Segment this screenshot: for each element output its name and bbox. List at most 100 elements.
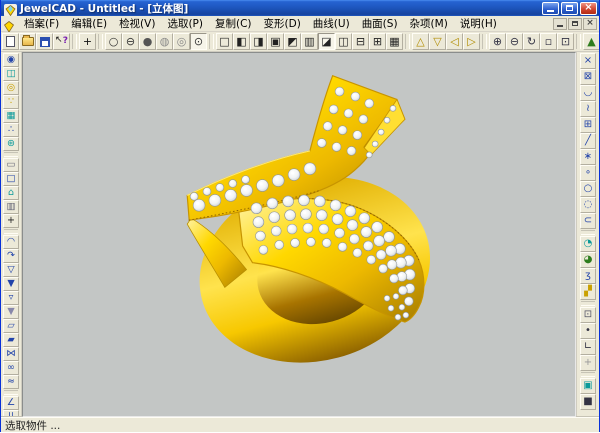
select-magnifier-icon[interactable]: ◉	[3, 53, 19, 67]
plus-disabled-icon[interactable]: +	[580, 355, 596, 371]
layout-grid-icon[interactable]: ▦	[386, 33, 403, 50]
triangle-filled-icon[interactable]: ▼	[3, 277, 19, 291]
view-wireframe-icon[interactable]: □	[216, 33, 233, 50]
arc-open-icon[interactable]: ⊂	[580, 213, 596, 229]
point-matrix-icon[interactable]: ▦	[3, 109, 19, 123]
menu-item-1[interactable]: 档案(F)	[18, 16, 65, 31]
restore-button[interactable]	[561, 2, 578, 15]
diagonal-points-icon[interactable]: ╱	[580, 133, 596, 149]
curve-display-solid-icon[interactable]: ●	[139, 33, 156, 50]
menu-item-3[interactable]: 检视(V)	[113, 16, 161, 31]
nudge-left-icon[interactable]: ◁	[446, 33, 463, 50]
view-half-right-icon[interactable]: ◨	[250, 33, 267, 50]
menu-item-4[interactable]: 选取(P)	[161, 16, 209, 31]
menu-item-5[interactable]: 复制(C)	[209, 16, 258, 31]
point-dot-icon[interactable]: •	[580, 323, 596, 339]
zoom-window-icon[interactable]: ▫	[540, 33, 557, 50]
parallelogram-filled-icon[interactable]: ▰	[3, 333, 19, 347]
menu-item-10[interactable]: 说明(H)	[454, 16, 503, 31]
circle-icon[interactable]: ○	[580, 181, 596, 197]
zoom-out-icon[interactable]: ⊖	[506, 33, 523, 50]
layout-quad-icon[interactable]: ⊞	[369, 33, 386, 50]
star-points-icon: ∗	[584, 151, 592, 163]
triangle-small-icon[interactable]: ▿	[3, 291, 19, 305]
curve-display-half-icon[interactable]: ⊖	[122, 33, 139, 50]
close-button[interactable]: ×	[580, 2, 597, 15]
dome-icon[interactable]: ⌂	[3, 186, 19, 200]
panel-pair-icon[interactable]: ▥	[3, 200, 19, 214]
nudge-down-icon[interactable]: ▽	[429, 33, 446, 50]
mdi-close-button[interactable]: ×	[583, 18, 597, 30]
view-lines-icon[interactable]: ▥	[301, 33, 318, 50]
layout-split-vertical-icon[interactable]: ◫	[335, 33, 352, 50]
move-point-icon[interactable]: +	[79, 33, 96, 50]
minimize-button[interactable]	[542, 2, 559, 15]
angle-icon[interactable]: ∠	[3, 396, 19, 410]
view-shaded-icon[interactable]: ▣	[267, 33, 284, 50]
circle-small-icon[interactable]: ∘	[580, 165, 596, 181]
wave-icon[interactable]: ≈	[3, 375, 19, 389]
curve-display-shaded-icon[interactable]: ◍	[156, 33, 173, 50]
menu-item-9[interactable]: 杂项(M)	[404, 16, 454, 31]
sphere-pair-icon[interactable]: ∵	[3, 95, 19, 109]
wire-panel-icon: ▭	[7, 159, 16, 171]
teal-panels-icon[interactable]: ▣	[580, 378, 596, 394]
edit-points-cross-icon[interactable]: ×	[580, 53, 596, 69]
measure-dots-icon[interactable]: ⇊	[3, 410, 19, 417]
bowtie-icon[interactable]: ⋈	[3, 347, 19, 361]
zoom-in-icon[interactable]: ⊕	[489, 33, 506, 50]
triangle-half-icon[interactable]: ▼	[3, 305, 19, 319]
star-points-icon[interactable]: ∗	[580, 149, 596, 165]
terrain-tool-icon[interactable]: ▞	[580, 284, 596, 300]
save-file-icon[interactable]	[36, 33, 53, 50]
primitive-cylinder-icon[interactable]: ◫	[3, 67, 19, 81]
menu-item-7[interactable]: 曲线(U)	[307, 16, 356, 31]
edit-points-boxed-icon[interactable]: ⊠	[580, 69, 596, 85]
curve-u-points-icon[interactable]: ◡	[580, 85, 596, 101]
zoom-selected-icon[interactable]: ⊡	[557, 33, 574, 50]
parallelogram-outline-icon[interactable]: ▱	[3, 319, 19, 333]
dark-panel-icon: ■	[583, 396, 592, 408]
menu-item-8[interactable]: 曲面(S)	[356, 16, 404, 31]
mdi-minimize-button[interactable]	[553, 18, 567, 30]
zigzag-curve-icon[interactable]: ≀	[580, 101, 596, 117]
circle-dashed-icon[interactable]: ◌	[580, 197, 596, 213]
toolbar-separator	[581, 301, 595, 306]
nudge-right-icon[interactable]: ▷	[463, 33, 480, 50]
primitive-torus-icon[interactable]: ◎	[3, 81, 19, 95]
menu-item-6[interactable]: 变形(D)	[258, 16, 307, 31]
zigzag-curve-icon: ≀	[586, 103, 590, 115]
new-file-icon[interactable]	[2, 33, 19, 50]
curve-display-dot-icon[interactable]: ⊙	[190, 33, 207, 50]
view-corner-right-icon[interactable]: ◪	[318, 33, 335, 50]
infinity-icon[interactable]: ∞	[3, 361, 19, 375]
pan-up-icon[interactable]: ▲	[583, 33, 599, 50]
zoom-previous-icon[interactable]: ↻	[523, 33, 540, 50]
nudge-up-icon[interactable]: △	[412, 33, 429, 50]
wire-panel-icon[interactable]: ▭	[3, 158, 19, 172]
crosshair-move-icon[interactable]: +	[3, 214, 19, 228]
triangle-outline-icon[interactable]: ▽	[3, 263, 19, 277]
sweep-tool-icon[interactable]: ʒ	[580, 268, 596, 284]
arc-outline-icon[interactable]: ◠	[3, 235, 19, 249]
context-help-icon[interactable]	[53, 33, 70, 50]
corner-l-icon[interactable]: ∟	[580, 339, 596, 355]
polyline-points-icon[interactable]: ∴	[3, 123, 19, 137]
viewport-3d[interactable]	[22, 52, 576, 417]
view-corner-left-icon[interactable]: ◩	[284, 33, 301, 50]
grid-points-icon[interactable]: ⊞	[580, 117, 596, 133]
blue-panel-icon[interactable]: □	[3, 172, 19, 186]
menu-item-2[interactable]: 编辑(E)	[65, 16, 113, 31]
mdi-restore-button[interactable]	[568, 18, 582, 30]
point-ring-icon[interactable]: ⊛	[3, 137, 19, 151]
open-file-icon[interactable]	[19, 33, 36, 50]
curve-display-ring-icon[interactable]: ◎	[173, 33, 190, 50]
view-half-left-icon[interactable]: ◧	[233, 33, 250, 50]
layout-split-horizontal-icon[interactable]: ⊟	[352, 33, 369, 50]
arc-arrow-icon[interactable]: ↷	[3, 249, 19, 263]
blend-tool-icon[interactable]: ◕	[580, 252, 596, 268]
curve-display-outline-icon[interactable]: ○	[105, 33, 122, 50]
swirl-tool-icon[interactable]: ◔	[580, 236, 596, 252]
dark-panel-icon[interactable]: ■	[580, 394, 596, 410]
window-export-icon[interactable]: ⊡	[580, 307, 596, 323]
